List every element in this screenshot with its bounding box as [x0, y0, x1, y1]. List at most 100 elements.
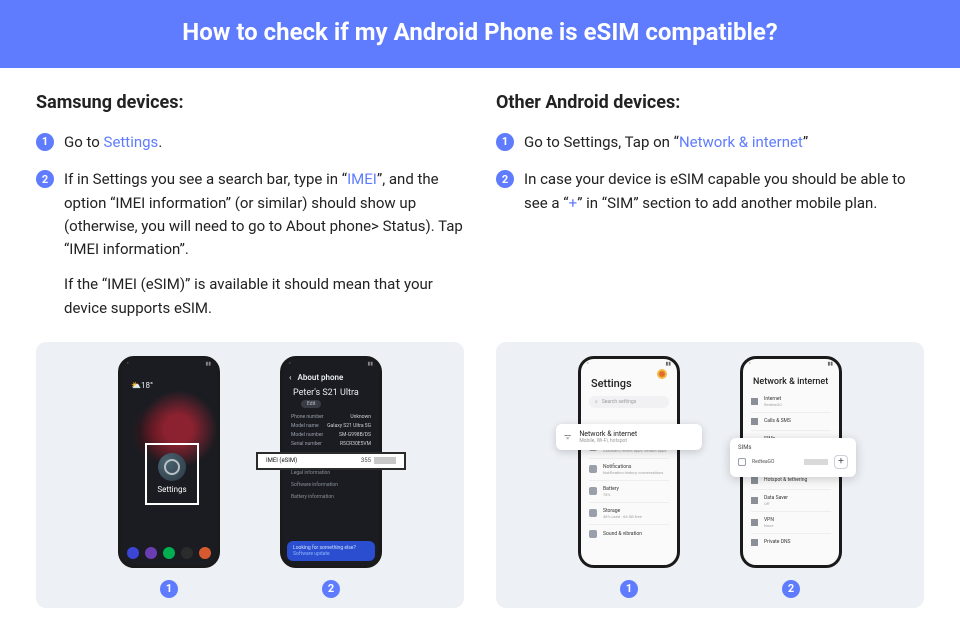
- callout-sub: Mobile, Wi-Fi, hotspot: [579, 438, 637, 444]
- spec-label: Model name: [291, 423, 319, 429]
- other-steps: 1 Go to Settings, Tap on “Network & inte…: [496, 131, 924, 215]
- imei-highlight: IMEI (eSIM) 355: [256, 452, 406, 470]
- step-text: Go to Settings, Tap on “: [524, 133, 679, 151]
- dim-item: Software information: [291, 482, 371, 488]
- samsung-screenshots: •▮▮ ⛅18° Settings 1 •: [36, 342, 464, 608]
- spec-value: Galaxy S21 Ultra 5G: [327, 423, 371, 429]
- settings-highlight: Settings: [145, 443, 199, 505]
- row-label: Calls & SMS: [764, 418, 831, 424]
- settings-list: AppsAssistant, recent apps, default apps…: [581, 436, 677, 543]
- shot-number: 1: [160, 580, 178, 598]
- edit-pill: Edit: [301, 400, 321, 408]
- shot-number: 1: [620, 580, 638, 598]
- about-phone-title: ‹ About phone: [283, 369, 379, 386]
- shot-number: 2: [322, 580, 340, 598]
- samsung-steps: 1 Go to Settings. 2 If in Settings you s…: [36, 131, 464, 320]
- other-heading: Other Android devices:: [496, 92, 924, 113]
- phone-mock: •▮▮ Settings ⌕ Search settings AppsAssis…: [578, 356, 680, 568]
- network-internet-link[interactable]: Network & internet: [679, 133, 803, 151]
- plus-link[interactable]: +: [569, 194, 578, 212]
- step-text: ” in “SIM” section to add another mobile…: [577, 194, 877, 212]
- sim-slot-icon: [738, 458, 746, 466]
- step-bullet: 1: [36, 133, 54, 151]
- dock-icon: [199, 547, 211, 559]
- sims-title: SIMs: [738, 444, 848, 451]
- row-sub: 78%: [603, 492, 619, 497]
- storage-icon: [589, 509, 597, 517]
- other-step-1: 1 Go to Settings, Tap on “Network & inte…: [496, 131, 924, 154]
- spec-value: Unknown: [350, 414, 371, 420]
- other-shot-1: •▮▮ Settings ⌕ Search settings AppsAssis…: [578, 356, 680, 598]
- search-icon: ⌕: [595, 399, 598, 405]
- imei-link[interactable]: IMEI: [347, 170, 377, 188]
- calls-icon: [751, 418, 758, 425]
- settings-link[interactable]: Settings: [104, 133, 159, 151]
- callout-title: Network & internet: [579, 430, 637, 438]
- step-body: In case your device is eSIM capable you …: [524, 168, 924, 215]
- search-placeholder: Search settings: [602, 399, 636, 405]
- hotspot-icon: [751, 477, 758, 484]
- device-name: Peter's S21 Ultra Edit: [283, 386, 379, 410]
- sims-callout: SIMs RedteaGO +: [730, 438, 856, 477]
- wifi-icon: ᯤ: [564, 431, 571, 442]
- row-sub: Notification history, conversations: [603, 470, 663, 475]
- page-header: How to check if my Android Phone is eSIM…: [0, 0, 960, 68]
- about-label: About phone: [297, 373, 343, 382]
- dns-icon: [751, 539, 758, 546]
- step-text: If the “IMEI (eSIM)” is available it sho…: [64, 273, 464, 320]
- gear-icon: [158, 453, 186, 481]
- other-screenshots: •▮▮ Settings ⌕ Search settings AppsAssis…: [496, 342, 924, 608]
- back-icon: ‹: [289, 373, 291, 382]
- row-label: Sound & vibration: [603, 531, 642, 537]
- row-sub: 48% used · 64 GB free: [603, 514, 642, 519]
- device-name-text: Peter's S21 Ultra: [293, 388, 359, 398]
- weather-widget: ⛅18°: [131, 381, 153, 390]
- row-label: Hotspot & tethering: [764, 477, 831, 483]
- spec-value: SM-G998B/DS: [339, 432, 371, 438]
- spec-label: Phone number: [291, 414, 323, 420]
- notif-icon: [589, 465, 597, 473]
- row-sub: None: [764, 523, 831, 528]
- imei-mask: [374, 457, 396, 464]
- internet-icon: [751, 398, 758, 405]
- step-body: If in Settings you see a search bar, typ…: [64, 168, 464, 320]
- statusbar: •▮▮: [581, 359, 677, 369]
- step-bullet: 2: [496, 170, 514, 188]
- dock-icon: [145, 547, 157, 559]
- other-column: Other Android devices: 1 Go to Settings,…: [496, 92, 924, 334]
- samsung-heading: Samsung devices:: [36, 92, 464, 113]
- avatar-icon: [657, 369, 667, 379]
- saver-icon: [751, 497, 758, 504]
- search-bar: ⌕ Search settings: [589, 396, 669, 408]
- vpn-icon: [751, 519, 758, 526]
- step-text: Go to: [64, 133, 104, 151]
- dock: [121, 547, 217, 559]
- statusbar: •▮▮: [283, 359, 379, 369]
- plus-icon: +: [834, 455, 848, 469]
- dock-icon: [163, 547, 175, 559]
- step-bullet: 2: [36, 170, 54, 188]
- sim-name: RedteaGO: [752, 459, 798, 465]
- phone-mock: •▮▮ ⛅18° Settings: [118, 356, 220, 568]
- page-title: How to check if my Android Phone is eSIM…: [0, 18, 960, 46]
- samsung-shot-2: •▮▮ ‹ About phone Peter's S21 Ultra Edit…: [280, 356, 382, 598]
- step-text: If in Settings you see a search bar, typ…: [64, 170, 347, 188]
- step-body: Go to Settings.: [64, 131, 464, 154]
- statusbar: •▮▮: [121, 359, 217, 369]
- sim-mask: [804, 459, 828, 465]
- settings-label: Settings: [157, 485, 186, 494]
- spec-value: R5CR30E5VM: [340, 441, 371, 447]
- statusbar: •▮▮: [743, 359, 839, 369]
- sound-icon: [589, 530, 597, 538]
- row-sub: Off: [764, 501, 831, 506]
- row-label: Battery: [603, 486, 619, 492]
- spec-list: Phone number Unknown Model name Galaxy S21…: [283, 410, 379, 454]
- network-callout: ᯤ Network & internet Mobile, Wi-Fi, hots…: [556, 424, 702, 450]
- step-text: .: [158, 133, 162, 151]
- dim-item: Battery information: [291, 494, 371, 500]
- other-shot-2: •▮▮ Network & internet InternetRedteaGO …: [740, 356, 842, 598]
- imei-prefix: 355: [361, 457, 371, 464]
- imei-label: IMEI (eSIM): [266, 457, 297, 464]
- spec-label: Serial number: [291, 441, 322, 447]
- row-sub: RedteaGO: [764, 402, 831, 407]
